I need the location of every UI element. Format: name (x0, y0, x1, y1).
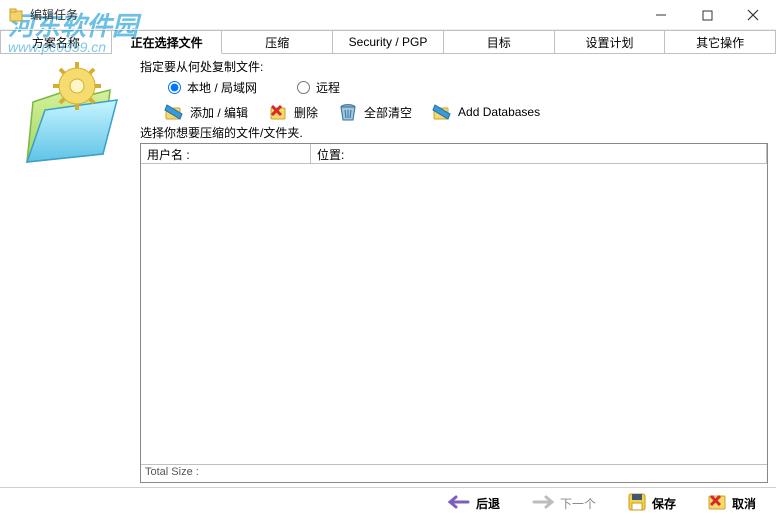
radio-remote[interactable]: 远程 (297, 79, 340, 96)
titlebar: 编辑任务 (0, 0, 776, 30)
footer-bar: 后退 下一个 保存 取消 (0, 487, 776, 519)
minimize-button[interactable] (638, 0, 684, 30)
list-body[interactable] (141, 164, 767, 464)
delete-x-folder-icon (268, 102, 288, 122)
instruction-label: 指定要从何处复制文件: (140, 58, 768, 75)
toolbar: 添加 / 编辑 删除 全部清空 Add Databases (140, 102, 768, 122)
next-button[interactable]: 下一个 (526, 492, 602, 515)
window-buttons (638, 0, 776, 30)
tab-selecting-files[interactable]: 正在选择文件 (112, 30, 223, 54)
radio-local-label: 本地 / 局域网 (187, 79, 257, 96)
add-databases-button[interactable]: Add Databases (432, 102, 540, 122)
back-button[interactable]: 后退 (442, 492, 506, 515)
source-radio-group: 本地 / 局域网 远程 (140, 79, 768, 96)
col-username[interactable]: 用户名 : (141, 144, 311, 163)
arrow-right-icon (532, 495, 554, 512)
delete-label: 删除 (294, 104, 318, 121)
cancel-button[interactable]: 取消 (702, 490, 762, 517)
radio-remote-input[interactable] (297, 81, 310, 94)
radio-local[interactable]: 本地 / 局域网 (168, 79, 257, 96)
cancel-label: 取消 (732, 495, 756, 512)
save-label: 保存 (652, 495, 676, 512)
app-icon (8, 7, 24, 23)
add-edit-button[interactable]: 添加 / 编辑 (164, 102, 248, 122)
maximize-button[interactable] (684, 0, 730, 30)
tab-compress[interactable]: 压缩 (222, 30, 333, 53)
clear-all-label: 全部清空 (364, 104, 412, 121)
arrow-left-icon (448, 495, 470, 512)
tab-scheme-name[interactable]: 方案名称 (0, 30, 112, 53)
radio-remote-label: 远程 (316, 79, 340, 96)
cancel-x-icon (708, 493, 726, 514)
tab-security-pgp[interactable]: Security / PGP (333, 30, 444, 53)
radio-local-input[interactable] (168, 81, 181, 94)
save-disk-icon (628, 493, 646, 514)
trash-icon (338, 102, 358, 122)
file-list[interactable]: 用户名 : 位置: Total Size : (140, 143, 768, 483)
back-label: 后退 (476, 495, 500, 512)
folder-gear-icon (15, 62, 125, 175)
pencil-folder-icon (164, 102, 184, 122)
tab-target[interactable]: 目标 (444, 30, 555, 53)
add-databases-label: Add Databases (458, 105, 540, 119)
tab-other-ops[interactable]: 其它操作 (665, 30, 776, 53)
save-button[interactable]: 保存 (622, 490, 682, 517)
tab-schedule[interactable]: 设置计划 (555, 30, 666, 53)
pencil-folder-icon-2 (432, 102, 452, 122)
col-location[interactable]: 位置: (311, 144, 767, 163)
main-area: 指定要从何处复制文件: 本地 / 局域网 远程 添加 / 编辑 (0, 54, 776, 487)
content-panel: 指定要从何处复制文件: 本地 / 局域网 远程 添加 / 编辑 (140, 54, 776, 487)
delete-button[interactable]: 删除 (268, 102, 318, 122)
list-header: 用户名 : 位置: (141, 144, 767, 164)
close-button[interactable] (730, 0, 776, 30)
add-edit-label: 添加 / 编辑 (190, 104, 248, 121)
tab-bar: 方案名称 正在选择文件 压缩 Security / PGP 目标 设置计划 其它… (0, 30, 776, 54)
list-footer: Total Size : (141, 464, 767, 482)
list-label: 选择你想要压缩的文件/文件夹. (140, 124, 768, 141)
sidebar (0, 54, 140, 487)
next-label: 下一个 (560, 495, 596, 512)
clear-all-button[interactable]: 全部清空 (338, 102, 412, 122)
window-title: 编辑任务 (30, 6, 78, 23)
